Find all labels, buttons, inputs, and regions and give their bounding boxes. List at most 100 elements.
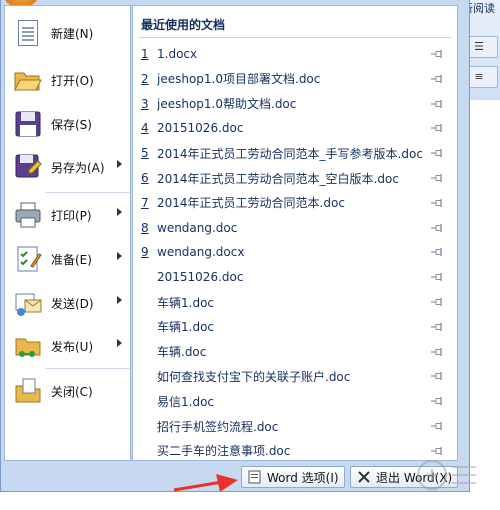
save-disk-icon xyxy=(13,109,43,139)
pin-icon[interactable] xyxy=(431,248,445,257)
recent-document-number: 2 xyxy=(141,71,149,86)
command-separator xyxy=(45,368,130,369)
recent-document-item[interactable]: 车辆.doc xyxy=(133,340,457,364)
pin-icon[interactable] xyxy=(431,446,445,455)
recent-document-name: 车辆1.doc xyxy=(157,295,215,310)
word-options-button[interactable]: Word 选项(I) xyxy=(241,466,345,488)
recent-document-name: 易信1.doc xyxy=(157,394,215,409)
recent-document-name: 车辆1.doc xyxy=(157,320,215,335)
recent-document-number: 8 xyxy=(141,220,149,235)
recent-document-item[interactable]: 5 2014年正式员工劳动合同范本_手写参考版本.doc xyxy=(133,141,457,165)
command-publish-label: 发布(U) xyxy=(51,339,94,354)
watermark-logo-icon xyxy=(417,460,476,490)
submenu-arrow-icon xyxy=(117,160,122,168)
command-separator xyxy=(45,192,130,193)
pin-icon[interactable] xyxy=(431,347,445,356)
close-icon xyxy=(357,470,371,484)
recent-document-item[interactable]: 4 20151026.doc xyxy=(133,116,457,140)
recent-document-number: 5 xyxy=(141,146,149,161)
recent-document-name: jeeshop1.0项目部署文档.doc xyxy=(157,72,321,87)
recent-document-name: 2014年正式员工劳动合同范本_手写参考版本.doc xyxy=(157,146,422,161)
publish-folder-icon xyxy=(13,331,43,361)
recent-document-item[interactable]: 1 1.docx xyxy=(133,42,457,66)
recent-document-number: 9 xyxy=(141,245,149,260)
recent-document-number: 1 xyxy=(141,47,149,61)
pin-icon[interactable] xyxy=(431,99,445,108)
prepare-checklist-icon xyxy=(13,244,43,274)
pin-icon[interactable] xyxy=(431,149,445,158)
pin-icon[interactable] xyxy=(431,422,445,430)
recent-document-item[interactable]: 20151026.doc xyxy=(133,265,457,289)
recent-document-number: 4 xyxy=(141,121,149,136)
recent-document-name: jeeshop1.0帮助文档.doc xyxy=(157,97,297,112)
submenu-arrow-icon xyxy=(117,339,122,347)
recent-document-item[interactable]: 7 2014年正式员工劳动合同范本.doc xyxy=(133,191,457,215)
recent-document-item[interactable]: 易信1.doc xyxy=(133,389,457,413)
command-new-label: 新建(N) xyxy=(51,26,94,41)
recent-document-item[interactable]: 8 wendang.doc xyxy=(133,216,457,240)
recent-document-name: 20151026.doc xyxy=(157,270,244,285)
recent-document-name: wendang.doc xyxy=(157,220,238,235)
recent-documents-title: 最近使用的文档 xyxy=(141,18,226,32)
pin-icon[interactable] xyxy=(431,322,445,331)
pin-icon[interactable] xyxy=(431,397,445,406)
pin-icon[interactable] xyxy=(431,50,445,58)
command-save-label: 保存(S) xyxy=(51,117,92,132)
recent-document-name: 招行手机签约流程.doc xyxy=(157,419,279,434)
command-prepare-label: 准备(E) xyxy=(51,252,92,267)
recent-document-item[interactable]: 车辆1.doc xyxy=(133,315,457,339)
command-save-as-label: 另存为(A) xyxy=(51,160,105,175)
recent-document-name: 2014年正式员工劳动合同范本_空白版本.doc xyxy=(157,171,399,186)
word-options-label: Word 选项(I) xyxy=(267,470,339,485)
recent-document-item[interactable]: 6 2014年正式员工劳动合同范本_空白版本.doc xyxy=(133,166,457,190)
submenu-arrow-icon xyxy=(117,296,122,304)
command-send-label: 发送(D) xyxy=(51,296,94,311)
recent-document-name: 如何查找支付宝下的关联子账户.doc xyxy=(157,369,351,384)
recent-document-item[interactable]: 3 jeeshop1.0帮助文档.doc xyxy=(133,92,457,116)
command-print[interactable]: 打印(P) xyxy=(5,196,130,234)
pin-icon[interactable] xyxy=(431,223,445,232)
command-prepare[interactable]: 准备(E) xyxy=(5,240,130,278)
command-close[interactable]: 关闭(C) xyxy=(5,372,130,410)
save-as-icon xyxy=(13,152,43,182)
recent-document-name: 买二手车的注意事项.doc xyxy=(157,444,291,459)
pin-icon[interactable] xyxy=(431,372,445,381)
recent-document-item[interactable]: 招行手机签约流程.doc xyxy=(133,414,457,438)
command-send[interactable]: 发送(D) xyxy=(5,284,130,322)
recent-document-number: 3 xyxy=(141,96,149,111)
pin-icon[interactable] xyxy=(431,124,445,133)
recent-document-item[interactable]: 2 jeeshop1.0项目部署文档.doc xyxy=(133,67,457,91)
word-options-icon xyxy=(248,470,262,484)
command-list: 新建(N) 打开(O) 保存(S) 另存为(A) 打印(P) 准备(E) 发送(… xyxy=(4,5,131,461)
pin-icon[interactable] xyxy=(431,273,445,282)
recent-document-item[interactable]: 9 wendang.docx xyxy=(133,240,457,264)
recent-document-name: 2014年正式员工劳动合同范本.doc xyxy=(157,196,345,211)
command-save-as[interactable]: 另存为(A) xyxy=(5,148,130,186)
recent-document-item[interactable]: 买二手车的注意事项.doc xyxy=(133,439,457,463)
recent-document-item[interactable]: 如何查找支付宝下的关联子账户.doc xyxy=(133,364,457,388)
annotation-arrow-icon xyxy=(173,474,238,492)
recent-document-name: 车辆.doc xyxy=(157,345,207,360)
command-save[interactable]: 保存(S) xyxy=(5,105,130,143)
close-folder-icon xyxy=(13,376,43,406)
printer-icon xyxy=(13,200,43,230)
pin-icon[interactable] xyxy=(431,74,445,83)
recent-document-name: 20151026.doc xyxy=(157,121,244,136)
recent-documents-panel: 最近使用的文档 1 1.docx 2 jeeshop1.0项目部署文档.doc 3 jee… xyxy=(132,5,458,461)
send-icon xyxy=(13,288,43,318)
open-folder-icon xyxy=(13,65,43,95)
command-new[interactable]: 新建(N) xyxy=(5,14,130,52)
office-menu: 新建(N) 打开(O) 保存(S) 另存为(A) 打印(P) 准备(E) 发送(… xyxy=(0,0,470,492)
submenu-arrow-icon xyxy=(117,252,122,260)
command-open[interactable]: 打开(O) xyxy=(5,61,130,99)
recent-document-item[interactable]: 车辆1.doc xyxy=(133,290,457,314)
command-print-label: 打印(P) xyxy=(51,208,92,223)
recent-document-number: 6 xyxy=(141,171,149,185)
pin-icon[interactable] xyxy=(431,174,445,182)
pin-icon[interactable] xyxy=(431,298,445,306)
pin-icon[interactable] xyxy=(431,198,445,207)
recent-document-name: wendang.docx xyxy=(157,245,245,260)
command-publish[interactable]: 发布(U) xyxy=(5,327,130,365)
recent-document-number: 7 xyxy=(141,195,149,210)
command-close-label: 关闭(C) xyxy=(51,384,93,399)
